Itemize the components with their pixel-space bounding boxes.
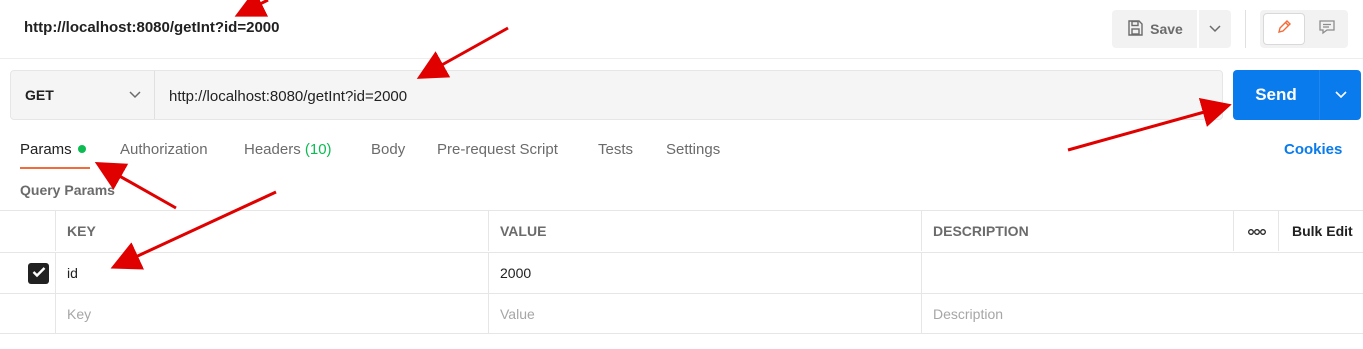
save-options-button[interactable] xyxy=(1199,10,1231,48)
toolbar-divider xyxy=(1245,10,1246,48)
tab-params[interactable]: Params xyxy=(20,141,86,158)
pencil-icon xyxy=(1276,19,1292,40)
save-group: Save xyxy=(1112,10,1231,48)
tab-headers[interactable]: Headers (10) xyxy=(244,141,332,158)
headers-count: (10) xyxy=(304,141,332,158)
request-title[interactable]: http://localhost:8080/getInt?id=2000 xyxy=(24,19,279,36)
cookies-link[interactable]: Cookies xyxy=(1284,141,1342,158)
tab-label: Params xyxy=(20,141,72,158)
method-label: GET xyxy=(25,87,54,103)
annotation-arrow xyxy=(416,26,509,79)
param-description-cell[interactable] xyxy=(921,253,1234,293)
send-button[interactable]: Send xyxy=(1233,70,1319,120)
tab-label: Headers xyxy=(244,141,301,158)
tab-pre-request-script[interactable]: Pre-request Script xyxy=(437,141,558,158)
chevron-down-icon xyxy=(1209,20,1221,38)
chevron-down-icon xyxy=(129,88,141,105)
description-column-header: DESCRIPTION xyxy=(921,211,1234,251)
send-options-button[interactable] xyxy=(1320,70,1361,120)
bulk-edit-button[interactable]: Bulk Edit xyxy=(1278,211,1363,251)
view-mode-toggle xyxy=(1260,10,1348,48)
header-divider xyxy=(0,58,1363,59)
check-icon xyxy=(32,265,46,283)
chevron-down-icon xyxy=(1334,86,1347,104)
column-options-button[interactable] xyxy=(1233,211,1279,251)
tab-tests[interactable]: Tests xyxy=(598,141,633,158)
table-row: id 2000 xyxy=(0,252,1363,293)
edit-mode-button[interactable] xyxy=(1263,13,1305,45)
url-bar: GET xyxy=(10,70,1223,120)
value-column-header: VALUE xyxy=(488,211,922,251)
save-button[interactable]: Save xyxy=(1112,10,1197,48)
annotation-arrow xyxy=(234,0,269,17)
param-value-cell[interactable]: 2000 xyxy=(488,253,922,293)
new-description-input[interactable]: Description xyxy=(921,294,1234,334)
save-label: Save xyxy=(1150,21,1183,37)
tab-body[interactable]: Body xyxy=(371,141,405,158)
active-tab-underline xyxy=(20,167,90,169)
send-divider xyxy=(1319,70,1320,120)
param-enabled-checkbox[interactable] xyxy=(28,263,49,284)
comment-icon xyxy=(1318,19,1336,40)
method-select[interactable]: GET xyxy=(11,71,155,119)
save-icon xyxy=(1126,19,1144,40)
table-header-row: KEY VALUE DESCRIPTION Bulk Edit xyxy=(0,210,1363,251)
send-group: Send xyxy=(1233,70,1361,120)
param-key-cell[interactable]: id xyxy=(55,253,489,293)
url-input[interactable] xyxy=(169,86,1209,106)
query-params-heading: Query Params xyxy=(20,182,115,198)
tab-authorization[interactable]: Authorization xyxy=(120,141,208,158)
comments-button[interactable] xyxy=(1308,13,1346,45)
more-horizontal-icon xyxy=(1247,223,1267,239)
table-row-new: Key Value Description xyxy=(0,293,1363,334)
key-column-header: KEY xyxy=(55,211,489,251)
new-key-input[interactable]: Key xyxy=(55,294,489,334)
new-value-input[interactable]: Value xyxy=(488,294,922,334)
params-active-indicator xyxy=(77,145,86,153)
tab-settings[interactable]: Settings xyxy=(666,141,720,158)
